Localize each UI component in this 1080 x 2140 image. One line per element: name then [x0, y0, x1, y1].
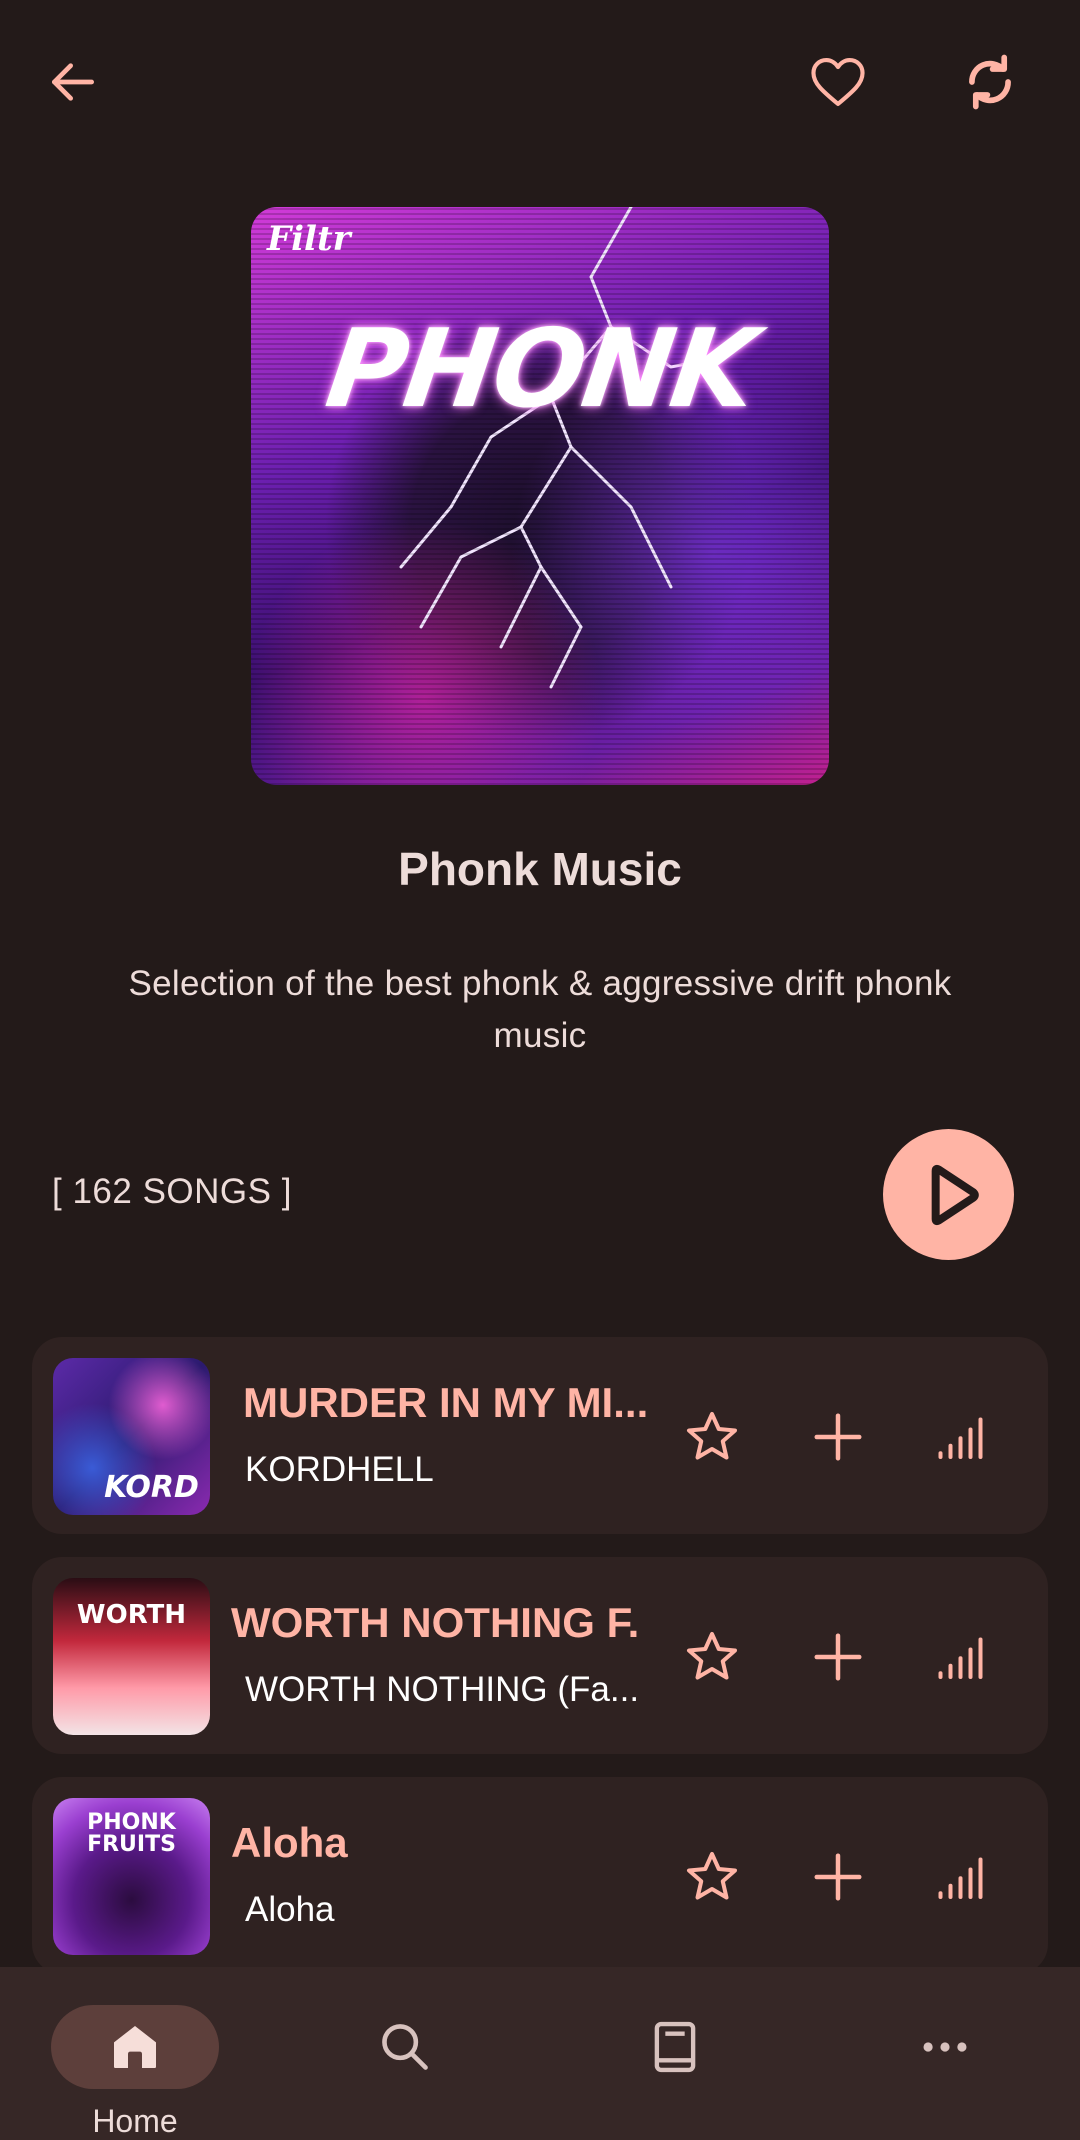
favorite-song-button[interactable] [672, 1617, 752, 1697]
favorite-button[interactable] [783, 27, 893, 137]
song-artwork-label: WORTH [76, 1600, 187, 1630]
nav-item-library[interactable] [540, 1967, 810, 2140]
song-title: MURDER IN MY MI... [243, 1379, 649, 1426]
cover-brand-logo: Filtr [267, 219, 351, 259]
add-icon [814, 1853, 862, 1901]
nav-icon-container [591, 2005, 759, 2089]
add-to-playlist-button[interactable] [798, 1837, 878, 1917]
nav-item-more[interactable] [810, 1967, 1080, 2140]
song-quality-button[interactable] [923, 1617, 1003, 1697]
top-app-bar [0, 0, 1080, 165]
add-icon [814, 1633, 862, 1681]
cover-title-logo: PHONK [319, 307, 763, 432]
bottom-navigation: Home [0, 1967, 1080, 2140]
play-all-button[interactable] [883, 1129, 1014, 1260]
song-quality-button[interactable] [923, 1397, 1003, 1477]
scanline-overlay [251, 207, 829, 785]
nav-item-home[interactable]: Home [0, 1967, 270, 2140]
nav-label-home: Home [92, 2103, 178, 2139]
song-artwork-label: PHONK FRUITS [87, 1810, 176, 1857]
song-row[interactable]: WORTH WORTH NOTHING F... WORTH NOTHING (… [32, 1557, 1048, 1754]
playlist-cover-art: Filtr PHONK [251, 207, 829, 785]
song-title: Aloha [231, 1819, 348, 1866]
signal-icon [938, 1637, 983, 1679]
song-artwork: KORD [53, 1358, 210, 1515]
song-row[interactable]: KORD MURDER IN MY MI... KORDHELL [32, 1337, 1048, 1534]
more-icon [923, 2042, 967, 2052]
add-icon [814, 1413, 862, 1461]
add-to-playlist-button[interactable] [798, 1617, 878, 1697]
song-artist: WORTH NOTHING (Fa... [245, 1670, 640, 1709]
library-icon [654, 2021, 696, 2073]
signal-icon [938, 1857, 983, 1899]
song-quality-button[interactable] [923, 1837, 1003, 1917]
song-row[interactable]: PHONK FRUITS Aloha Aloha [32, 1777, 1048, 1974]
song-title: WORTH NOTHING F... [231, 1599, 641, 1646]
playlist-description: Selection of the best phonk & aggressive… [128, 964, 952, 1055]
heart-icon [811, 57, 865, 107]
add-to-playlist-button[interactable] [798, 1397, 878, 1477]
star-icon [686, 1851, 738, 1900]
sync-button[interactable] [935, 27, 1045, 137]
sync-icon [969, 54, 1011, 110]
song-artwork: WORTH [53, 1578, 210, 1735]
search-icon [382, 2024, 428, 2070]
home-icon [114, 2026, 156, 2068]
song-artist: KORDHELL [245, 1450, 434, 1489]
favorite-song-button[interactable] [672, 1837, 752, 1917]
song-artwork-label: KORD [104, 1470, 199, 1505]
song-artist: Aloha [245, 1890, 335, 1929]
star-icon [686, 1631, 738, 1680]
song-count: [ 162 SONGS ] [52, 1172, 292, 1211]
back-button[interactable] [18, 27, 128, 137]
nav-icon-container [861, 2005, 1029, 2089]
nav-active-indicator [51, 2005, 219, 2089]
song-artwork: PHONK FRUITS [53, 1798, 210, 1955]
arrow-left-icon [52, 63, 94, 101]
signal-icon [938, 1417, 983, 1459]
play-icon [931, 1164, 979, 1225]
star-icon [686, 1411, 738, 1460]
favorite-song-button[interactable] [672, 1397, 752, 1477]
nav-item-search[interactable] [270, 1967, 540, 2140]
nav-icon-container [321, 2005, 489, 2089]
playlist-title: Phonk Music [398, 843, 682, 895]
